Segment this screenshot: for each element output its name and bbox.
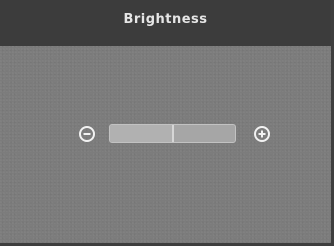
brightness-slider-thumb[interactable]	[171, 125, 174, 142]
osd-title: Brightness	[123, 11, 208, 27]
increase-brightness-button[interactable]	[254, 126, 270, 142]
brightness-slider[interactable]	[109, 124, 236, 143]
brightness-slider-fill	[110, 125, 173, 142]
title-bar: Brightness	[0, 0, 331, 46]
brightness-osd-panel: Brightness	[0, 0, 334, 246]
plus-circle-icon	[258, 130, 266, 138]
brightness-control	[0, 120, 331, 150]
minus-circle-icon	[83, 133, 91, 135]
decrease-brightness-button[interactable]	[79, 126, 95, 142]
